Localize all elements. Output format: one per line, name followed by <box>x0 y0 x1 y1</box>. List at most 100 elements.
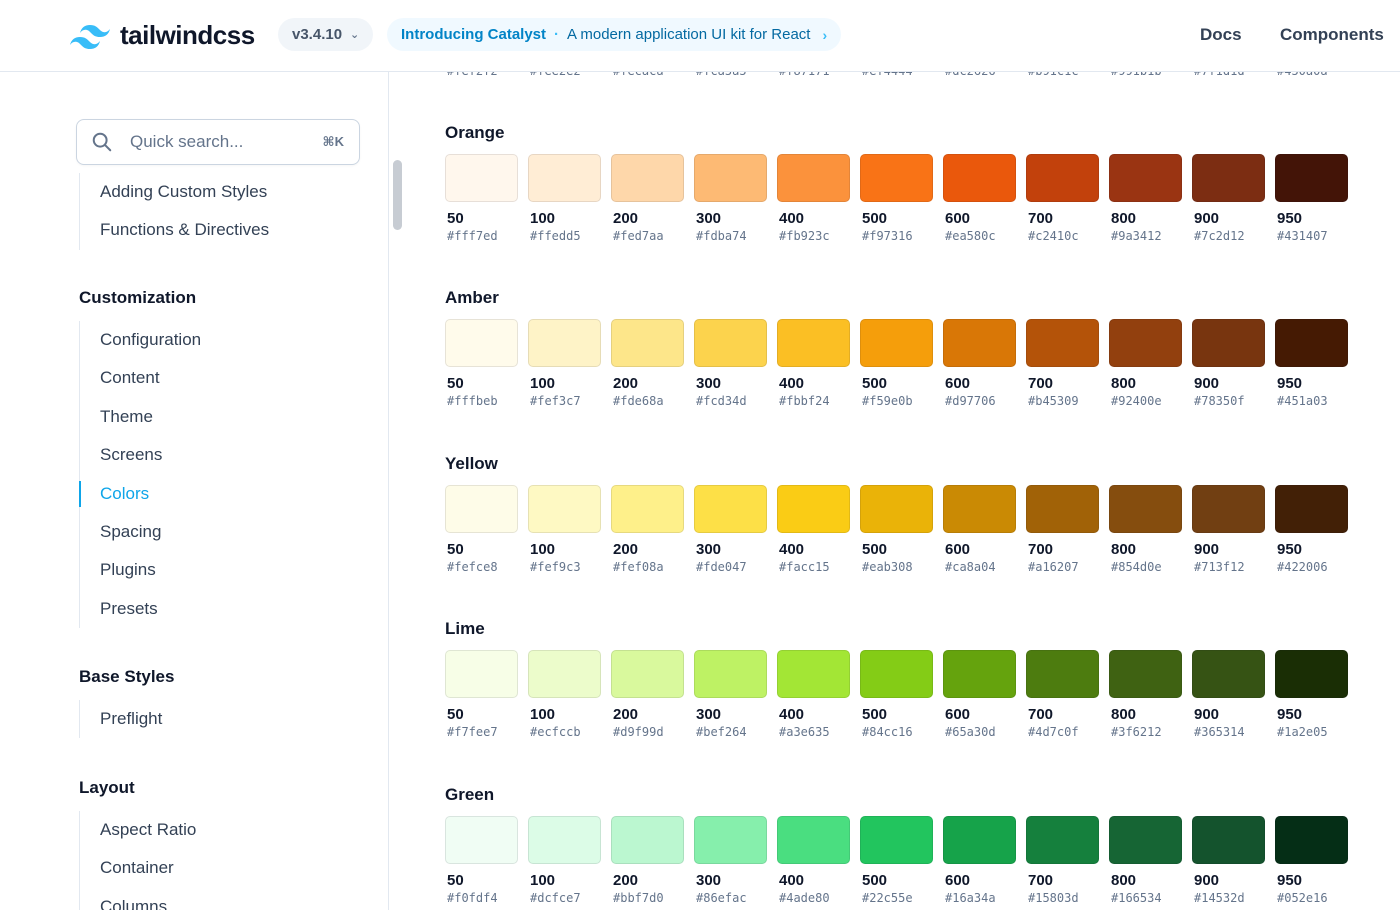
swatch-color-chip[interactable] <box>1026 485 1099 533</box>
version-selector[interactable]: v3.4.10 ⌄ <box>278 18 374 51</box>
color-swatch[interactable]: 200 #fde68a <box>611 319 694 408</box>
color-swatch[interactable]: 500 #84cc16 <box>860 650 943 739</box>
nav-components-link[interactable]: Components <box>1280 25 1384 45</box>
swatch-color-chip[interactable] <box>611 319 684 367</box>
color-swatch[interactable]: 900 #14532d <box>1192 816 1275 905</box>
swatch-color-chip[interactable] <box>694 154 767 202</box>
swatch-color-chip[interactable] <box>1109 485 1182 533</box>
swatch-color-chip[interactable] <box>445 485 518 533</box>
color-swatch[interactable]: 300 #fdba74 <box>694 154 777 243</box>
swatch-color-chip[interactable] <box>1275 650 1348 698</box>
sidebar-scrollbar[interactable] <box>393 160 402 230</box>
sidebar-item-preflight[interactable]: Preflight <box>80 700 162 738</box>
swatch-color-chip[interactable] <box>860 816 933 864</box>
swatch-color-chip[interactable] <box>1275 319 1348 367</box>
sidebar-item-container[interactable]: Container <box>80 849 196 887</box>
color-swatch[interactable]: 950 #422006 <box>1275 485 1358 574</box>
swatch-color-chip[interactable] <box>445 650 518 698</box>
sidebar-item-content[interactable]: Content <box>80 359 201 397</box>
swatch-color-chip[interactable] <box>860 650 933 698</box>
sidebar-item-configuration[interactable]: Configuration <box>80 321 201 359</box>
color-swatch[interactable]: 300 #fde047 <box>694 485 777 574</box>
swatch-color-chip[interactable] <box>943 154 1016 202</box>
swatch-color-chip[interactable] <box>860 154 933 202</box>
swatch-color-chip[interactable] <box>1026 650 1099 698</box>
swatch-color-chip[interactable] <box>777 485 850 533</box>
swatch-color-chip[interactable] <box>943 650 1016 698</box>
swatch-color-chip[interactable] <box>445 319 518 367</box>
swatch-color-chip[interactable] <box>694 650 767 698</box>
color-swatch[interactable]: 700 #4d7c0f <box>1026 650 1109 739</box>
swatch-color-chip[interactable] <box>1192 816 1265 864</box>
swatch-color-chip[interactable] <box>1192 485 1265 533</box>
color-swatch[interactable]: 100 #fef9c3 <box>528 485 611 574</box>
swatch-color-chip[interactable] <box>860 485 933 533</box>
swatch-color-chip[interactable] <box>1109 650 1182 698</box>
sidebar-item-plugins[interactable]: Plugins <box>80 551 201 589</box>
color-swatch[interactable]: 200 #fed7aa <box>611 154 694 243</box>
swatch-color-chip[interactable] <box>528 816 601 864</box>
swatch-color-chip[interactable] <box>1192 650 1265 698</box>
color-swatch[interactable]: 200 #d9f99d <box>611 650 694 739</box>
color-swatch[interactable]: 800 #3f6212 <box>1109 650 1192 739</box>
color-swatch[interactable]: 950 #451a03 <box>1275 319 1358 408</box>
color-swatch[interactable]: 400 #a3e635 <box>777 650 860 739</box>
color-swatch[interactable]: 900 #7c2d12 <box>1192 154 1275 243</box>
swatch-color-chip[interactable] <box>611 154 684 202</box>
color-swatch[interactable]: 100 #fef3c7 <box>528 319 611 408</box>
swatch-color-chip[interactable] <box>611 650 684 698</box>
color-swatch[interactable]: 800 #854d0e <box>1109 485 1192 574</box>
swatch-color-chip[interactable] <box>445 154 518 202</box>
color-swatch[interactable]: 400 #fbbf24 <box>777 319 860 408</box>
color-swatch[interactable]: 50 #fffbeb <box>445 319 528 408</box>
color-swatch[interactable]: 300 #86efac <box>694 816 777 905</box>
color-swatch[interactable]: 700 #a16207 <box>1026 485 1109 574</box>
announcement-banner[interactable]: Introducing Catalyst · A modern applicat… <box>387 18 842 51</box>
swatch-color-chip[interactable] <box>611 816 684 864</box>
swatch-color-chip[interactable] <box>777 816 850 864</box>
color-swatch[interactable]: 400 #facc15 <box>777 485 860 574</box>
sidebar-item-colors[interactable]: Colors <box>78 475 201 513</box>
color-swatch[interactable]: 400 #4ade80 <box>777 816 860 905</box>
swatch-color-chip[interactable] <box>694 485 767 533</box>
color-swatch[interactable]: 100 #ffedd5 <box>528 154 611 243</box>
quick-search-button[interactable]: Quick search... ⌘K <box>76 119 360 165</box>
sidebar-item-presets[interactable]: Presets <box>80 590 201 628</box>
color-swatch[interactable]: 100 #dcfce7 <box>528 816 611 905</box>
swatch-color-chip[interactable] <box>694 319 767 367</box>
color-swatch[interactable]: 900 #365314 <box>1192 650 1275 739</box>
sidebar-item-functions-directives[interactable]: Functions & Directives <box>80 211 269 249</box>
color-swatch[interactable]: 50 #f7fee7 <box>445 650 528 739</box>
sidebar-item-aspect-ratio[interactable]: Aspect Ratio <box>80 811 196 849</box>
color-swatch[interactable]: 800 #92400e <box>1109 319 1192 408</box>
swatch-color-chip[interactable] <box>1109 154 1182 202</box>
swatch-color-chip[interactable] <box>445 816 518 864</box>
color-swatch[interactable]: 700 #b45309 <box>1026 319 1109 408</box>
color-swatch[interactable]: 700 #15803d <box>1026 816 1109 905</box>
swatch-color-chip[interactable] <box>528 319 601 367</box>
swatch-color-chip[interactable] <box>694 816 767 864</box>
color-swatch[interactable]: 800 #166534 <box>1109 816 1192 905</box>
color-swatch[interactable]: 500 #22c55e <box>860 816 943 905</box>
color-swatch[interactable]: 500 #f59e0b <box>860 319 943 408</box>
swatch-color-chip[interactable] <box>1275 485 1348 533</box>
color-swatch[interactable]: 950 #052e16 <box>1275 816 1358 905</box>
sidebar-item-columns[interactable]: Columns <box>80 888 196 910</box>
swatch-color-chip[interactable] <box>1275 154 1348 202</box>
swatch-color-chip[interactable] <box>1026 319 1099 367</box>
swatch-color-chip[interactable] <box>1109 319 1182 367</box>
color-swatch[interactable]: 500 #eab308 <box>860 485 943 574</box>
color-swatch[interactable]: 50 #fefce8 <box>445 485 528 574</box>
color-swatch[interactable]: 300 #fcd34d <box>694 319 777 408</box>
color-swatch[interactable]: 50 #f0fdf4 <box>445 816 528 905</box>
color-swatch[interactable]: 600 #65a30d <box>943 650 1026 739</box>
swatch-color-chip[interactable] <box>1275 816 1348 864</box>
swatch-color-chip[interactable] <box>943 816 1016 864</box>
swatch-color-chip[interactable] <box>1109 816 1182 864</box>
swatch-color-chip[interactable] <box>943 485 1016 533</box>
swatch-color-chip[interactable] <box>943 319 1016 367</box>
color-swatch[interactable]: 200 #fef08a <box>611 485 694 574</box>
color-swatch[interactable]: 600 #d97706 <box>943 319 1026 408</box>
color-swatch[interactable]: 950 #1a2e05 <box>1275 650 1358 739</box>
color-swatch[interactable]: 600 #16a34a <box>943 816 1026 905</box>
